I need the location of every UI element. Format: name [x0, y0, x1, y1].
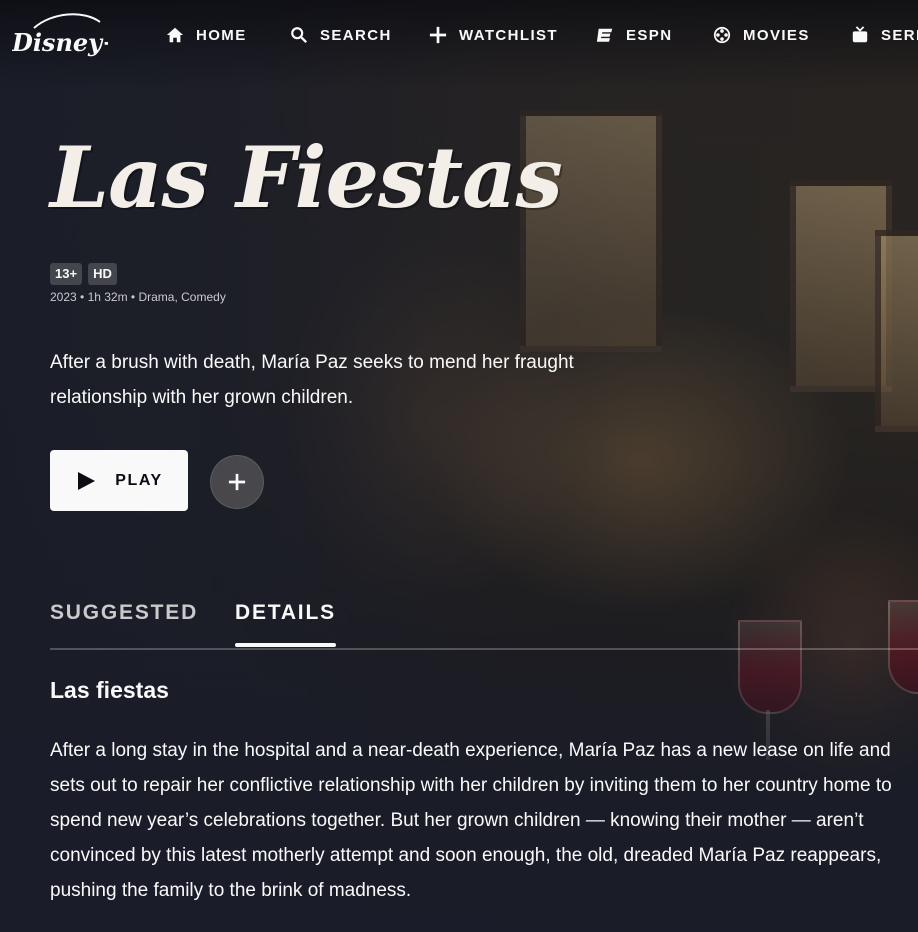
tab-details[interactable]: DETAILS	[235, 601, 336, 625]
add-to-watchlist-button[interactable]	[210, 455, 264, 509]
age-rating-badge: 13+	[50, 263, 83, 285]
search-icon	[291, 27, 308, 44]
top-navigation: Disney+ HOME SEARCH WATCHLIST ESPN MOVIE…	[0, 0, 918, 72]
hd-badge: HD	[88, 263, 117, 285]
play-button[interactable]: PLAY	[50, 450, 188, 511]
nav-movies-label: MOVIES	[743, 26, 810, 44]
details-heading: Las fiestas	[50, 677, 169, 703]
content-tabs: SUGGESTED DETAILS	[50, 598, 918, 650]
play-icon	[78, 471, 96, 490]
home-icon	[166, 27, 184, 43]
svg-text:Disney+: Disney+	[12, 28, 108, 57]
disney-plus-logo[interactable]: Disney+	[11, 8, 122, 66]
title-metadata: 2023 • 1h 32m • Drama, Comedy	[50, 290, 226, 304]
nav-movies[interactable]: MOVIES	[713, 24, 810, 46]
nav-watchlist-label: WATCHLIST	[459, 26, 558, 44]
details-page: Disney+ HOME SEARCH WATCHLIST ESPN MOVIE…	[0, 0, 918, 932]
plus-icon	[228, 473, 246, 491]
nav-home[interactable]: HOME	[166, 24, 247, 46]
nav-espn-label: ESPN	[626, 26, 673, 44]
plus-icon	[429, 26, 447, 44]
nav-home-label: HOME	[196, 26, 247, 44]
tv-icon	[852, 26, 868, 43]
nav-search[interactable]: SEARCH	[290, 24, 392, 46]
nav-watchlist[interactable]: WATCHLIST	[429, 24, 558, 46]
nav-search-label: SEARCH	[320, 26, 392, 44]
film-reel-icon	[713, 26, 731, 44]
play-button-label: PLAY	[115, 471, 163, 489]
tab-suggested[interactable]: SUGGESTED	[50, 601, 198, 625]
active-tab-indicator	[235, 643, 336, 647]
nav-series-label: SERI	[881, 26, 918, 44]
espn-icon	[596, 28, 613, 42]
tagline: After a brush with death, María Paz seek…	[50, 352, 574, 408]
details-description: After a long stay in the hospital and a …	[50, 740, 892, 901]
nav-espn[interactable]: ESPN	[596, 24, 672, 46]
nav-series[interactable]: SERI	[851, 24, 918, 46]
title-logo: Las Fiestas	[50, 128, 563, 227]
rating-badges: 13+ HD	[50, 263, 117, 285]
